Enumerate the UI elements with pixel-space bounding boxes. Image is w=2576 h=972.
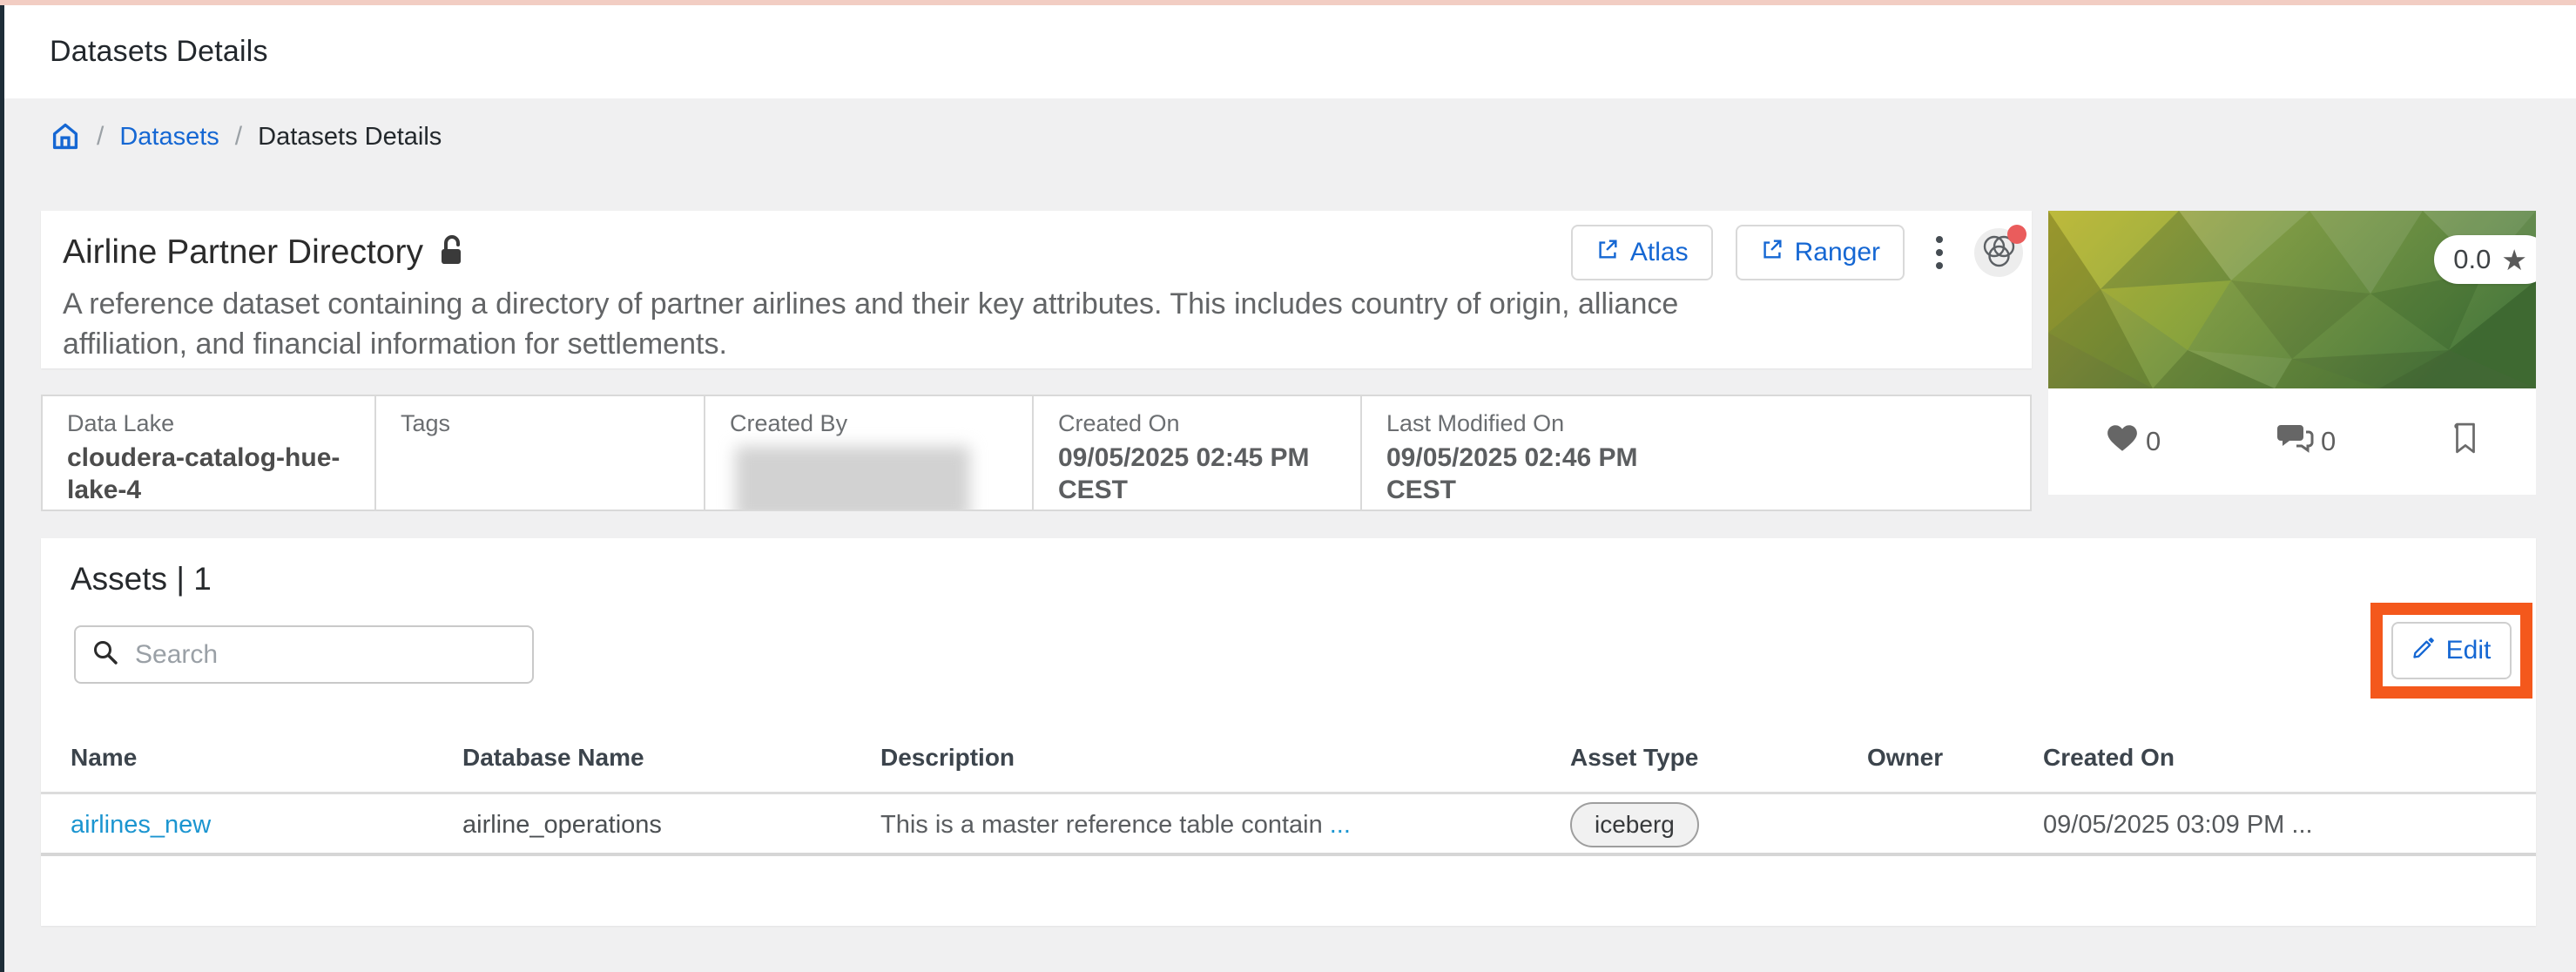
rating-value: 0.0 bbox=[2453, 244, 2492, 274]
edit-button-label: Edit bbox=[2445, 636, 2492, 665]
heart-icon bbox=[2106, 423, 2139, 460]
meta-value: cloudera-catalog-hue-lake-4 bbox=[67, 443, 341, 504]
star-icon: ★ bbox=[2501, 243, 2527, 276]
assets-search bbox=[74, 625, 534, 684]
asset-created-on: 09/05/2025 03:09 PM ... bbox=[2043, 810, 2313, 839]
redacted-created-by bbox=[735, 446, 970, 510]
dataset-thumbnail: 0.0 ★ bbox=[2048, 211, 2536, 388]
meta-value: 09/05/2025 02:46 PM CEST bbox=[1386, 443, 1638, 504]
meta-created-by: Created By bbox=[705, 396, 1034, 510]
sidebar-edge bbox=[0, 5, 4, 972]
page-title: Datasets Details bbox=[50, 35, 268, 68]
page-header: Datasets Details bbox=[4, 5, 2576, 98]
search-input[interactable] bbox=[133, 638, 516, 671]
dataset-name: Airline Partner Directory bbox=[63, 233, 423, 271]
column-name: Name bbox=[71, 743, 138, 771]
ranger-button[interactable]: Ranger bbox=[1735, 225, 1905, 280]
like-count: 0 bbox=[2146, 426, 2161, 456]
dataset-meta-strip: Data Lake cloudera-catalog-hue-lake-4 Ta… bbox=[41, 395, 2032, 511]
meta-value: 09/05/2025 02:45 PM CEST bbox=[1058, 443, 1310, 504]
comments-action[interactable]: 0 bbox=[2277, 423, 2336, 460]
column-asset-type: Asset Type bbox=[1570, 743, 1699, 771]
column-database-name: Database Name bbox=[462, 743, 644, 771]
breadcrumb-separator: / bbox=[234, 122, 243, 151]
meta-tags: Tags bbox=[376, 396, 705, 510]
breadcrumb-datasets-link[interactable]: Datasets bbox=[119, 123, 219, 152]
meta-label: Last Modified On bbox=[1386, 410, 1565, 436]
asset-description: This is a master reference table contain bbox=[880, 810, 1323, 839]
bookmark-icon bbox=[2452, 422, 2478, 462]
asset-database-name: airline_operations bbox=[462, 810, 662, 839]
dataset-description: A reference dataset containing a directo… bbox=[63, 287, 1679, 361]
edit-button[interactable]: Edit bbox=[2391, 622, 2512, 679]
meta-label: Created On bbox=[1058, 410, 1180, 436]
atlas-button[interactable]: Atlas bbox=[1570, 225, 1713, 280]
top-accent-bar bbox=[0, 0, 2576, 5]
like-action[interactable]: 0 bbox=[2106, 423, 2161, 460]
ranger-button-label: Ranger bbox=[1794, 238, 1880, 267]
asset-table-row: airlines_new airline_operations This is … bbox=[41, 797, 2536, 856]
asset-name-link[interactable]: airlines_new bbox=[71, 811, 211, 839]
meta-label: Tags bbox=[401, 410, 451, 436]
pencil-icon bbox=[2412, 636, 2436, 666]
dataset-summary-card: Airline Partner Directory A reference da… bbox=[41, 211, 2032, 368]
assets-table-header: Name Database Name Description Asset Typ… bbox=[41, 723, 2536, 794]
more-options-kebab-icon[interactable] bbox=[1927, 231, 1952, 274]
meta-label: Data Lake bbox=[67, 410, 175, 436]
edit-annotation-highlight: Edit bbox=[2370, 603, 2532, 699]
external-link-icon bbox=[1760, 237, 1784, 268]
search-icon bbox=[91, 638, 119, 671]
description-more-link[interactable]: ... bbox=[1330, 811, 1351, 839]
lock-open-icon bbox=[437, 234, 465, 272]
assets-title: Assets | 1 bbox=[71, 561, 212, 597]
bookmark-action[interactable] bbox=[2452, 422, 2478, 462]
breadcrumb: / Datasets / Datasets Details bbox=[50, 117, 442, 157]
rating-badge[interactable]: 0.0 ★ bbox=[2434, 235, 2536, 284]
comments-count: 0 bbox=[2321, 426, 2337, 456]
asset-type-badge: iceberg bbox=[1570, 802, 1699, 847]
breadcrumb-separator: / bbox=[97, 122, 105, 151]
column-description: Description bbox=[880, 743, 1015, 771]
breadcrumb-current: Datasets Details bbox=[258, 122, 442, 151]
meta-data-lake: Data Lake cloudera-catalog-hue-lake-4 bbox=[43, 396, 376, 510]
column-created-on: Created On bbox=[2043, 743, 2175, 771]
dataset-social-bar: 0 0 bbox=[2048, 388, 2536, 495]
meta-last-modified-on: Last Modified On 09/05/2025 02:46 PM CES… bbox=[1362, 396, 2030, 510]
home-icon[interactable] bbox=[50, 121, 81, 152]
notification-dot bbox=[2007, 225, 2026, 244]
meta-label: Created By bbox=[730, 410, 848, 436]
external-link-icon bbox=[1595, 237, 1620, 268]
app-root: Datasets Details / Datasets / Datasets D… bbox=[0, 0, 2576, 972]
meta-created-on: Created On 09/05/2025 02:45 PM CEST bbox=[1034, 396, 1362, 510]
profilers-venn-icon[interactable] bbox=[1974, 225, 2026, 277]
atlas-button-label: Atlas bbox=[1629, 238, 1689, 267]
column-owner: Owner bbox=[1867, 743, 1944, 771]
comments-icon bbox=[2277, 423, 2314, 460]
assets-section: Assets | 1 Edit Name Database Name Descr… bbox=[41, 538, 2536, 926]
dataset-actions: Atlas Ranger bbox=[1570, 225, 2026, 280]
